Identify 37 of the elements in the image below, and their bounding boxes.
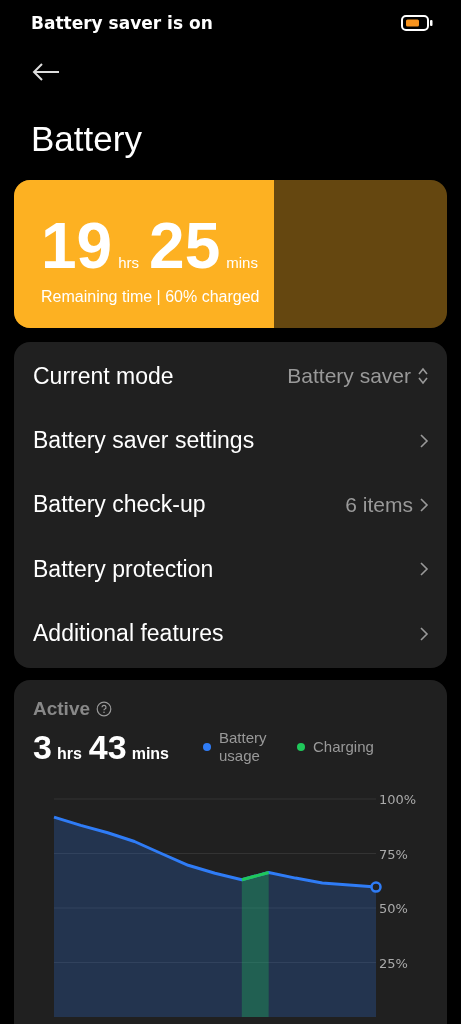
hours-value: 19 [41, 214, 113, 278]
settings-value: Battery saver [287, 364, 411, 389]
settings-item[interactable]: Current mode Battery saver [14, 344, 447, 409]
settings-item[interactable]: Battery saver settings [14, 408, 447, 473]
chevron-right-icon [419, 431, 429, 450]
status-notice: Battery saver is on [31, 13, 213, 33]
legend-label: Battery usage [219, 729, 268, 766]
chevron-right-icon [419, 495, 429, 514]
settings-value: 6 items [345, 492, 413, 517]
active-hours-unit: hrs [56, 744, 82, 763]
active-hours-value: 3 [33, 727, 52, 767]
settings-item[interactable]: Battery protection [14, 537, 447, 602]
active-minutes-unit: mins [131, 744, 169, 763]
y-tick-label: 25% [379, 955, 408, 971]
settings-item[interactable]: Battery check-up 6 items [14, 472, 447, 538]
hours-unit: hrs [118, 254, 140, 271]
activity-title: Active [33, 697, 91, 720]
settings-label: Additional features [33, 620, 224, 648]
settings-label: Battery saver settings [33, 427, 255, 455]
settings-label: Battery protection [33, 555, 214, 583]
page-title: Battery [31, 118, 143, 160]
up-down-icon [417, 366, 429, 387]
y-tick-label: 50% [379, 900, 408, 916]
back-icon[interactable] [32, 62, 60, 82]
y-tick-label: 100% [379, 791, 417, 807]
settings-item[interactable]: Additional features [14, 601, 447, 666]
active-minutes-value: 43 [88, 727, 127, 767]
settings-label: Current mode [33, 362, 174, 390]
y-tick-label: 75% [379, 846, 408, 862]
minutes-value: 25 [149, 214, 221, 278]
remaining-caption: Remaining time | 60% charged [41, 288, 260, 306]
settings-label: Battery check-up [33, 491, 206, 519]
chevron-right-icon [419, 624, 429, 643]
battery-icon [401, 15, 433, 31]
help-icon[interactable] [96, 700, 113, 717]
legend-label: Charging [313, 738, 374, 757]
minutes-unit: mins [226, 254, 258, 271]
